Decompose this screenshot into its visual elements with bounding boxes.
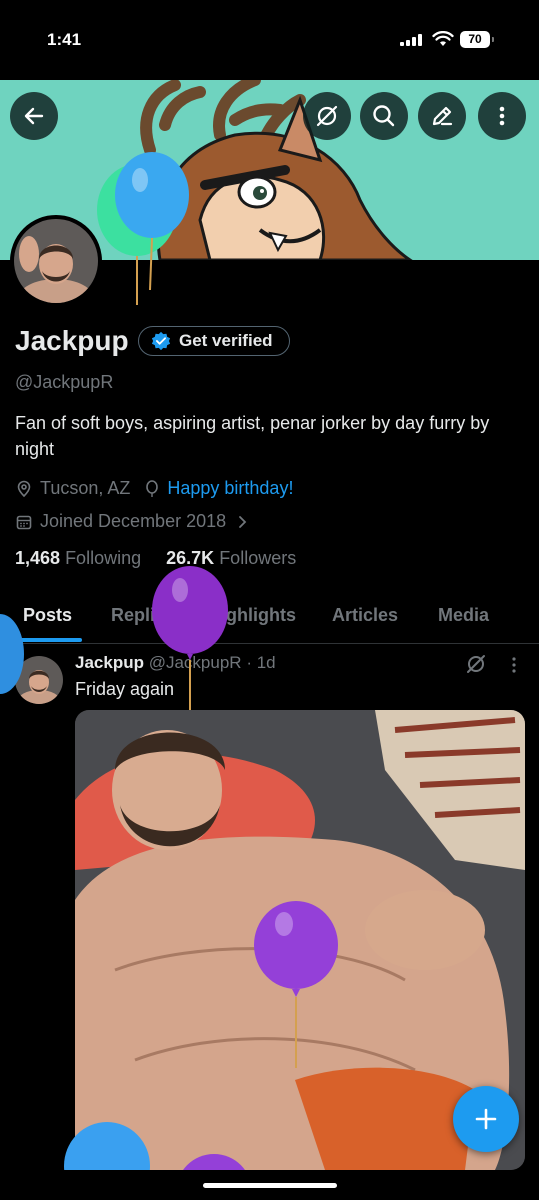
profile-bio: Fan of soft boys, aspiring artist, penar… [15,413,490,459]
birthday-link[interactable]: Happy birthday! [167,478,293,499]
more-options-button[interactable] [478,92,526,140]
following-link[interactable]: 1,468 Following [15,548,141,568]
location-pin-icon [15,480,33,498]
home-indicator[interactable] [203,1183,337,1188]
balloon-icon [144,479,160,498]
balloon-icon [64,1122,150,1172]
following-label: Following [65,548,142,568]
grok-icon [316,105,338,127]
wifi-icon [432,31,454,46]
balloon-icon [0,614,24,694]
get-verified-button[interactable]: Get verified [138,326,290,356]
more-vertical-icon [499,106,505,126]
grok-button[interactable] [303,92,351,140]
verified-badge-icon [151,331,171,351]
battery-indicator: 70 [460,31,494,48]
grok-icon[interactable] [464,652,488,676]
status-bar: 1:41 70 [0,0,539,80]
plus-icon [475,1108,497,1130]
balloon-icon [97,152,189,305]
profile-name: Jackpup [15,325,129,356]
compose-post-button[interactable] [453,1086,519,1152]
profile-tabs: Posts Replies Highlights Articles Media [0,596,539,644]
profile-handle: @JackpupR [15,372,114,392]
profile-meta-joined-row: Joined December 2018 [15,511,255,532]
get-verified-label: Get verified [179,331,273,350]
status-time: 1:41 [47,30,82,49]
edit-profile-button[interactable] [418,92,466,140]
search-button[interactable] [360,92,408,140]
following-count: 1,468 [15,548,61,568]
post-author-name[interactable]: Jackpup [75,653,144,672]
balloon-icon [254,901,338,1068]
back-arrow-icon [24,107,44,125]
post-timestamp: · 1d [246,653,276,672]
profile-location: Tucson, AZ [40,478,131,498]
edit-icon [432,106,453,126]
search-icon [373,105,395,127]
chevron-right-icon[interactable] [236,514,248,530]
calendar-icon [15,513,33,531]
profile-avatar[interactable] [10,215,102,307]
profile-meta-location-row: Tucson, AZ Happy birthday! [15,478,293,499]
back-button[interactable] [10,92,58,140]
avatar-photo [14,219,98,303]
tab-articles[interactable]: Articles [332,605,398,626]
profile-joined-date: Joined December 2018 [40,511,227,531]
balloon-icon [152,566,228,710]
tab-media[interactable]: Media [438,605,489,626]
cellular-signal-icon [400,34,424,46]
post-more-icon[interactable] [505,656,523,674]
tab-posts[interactable]: Posts [23,605,72,626]
